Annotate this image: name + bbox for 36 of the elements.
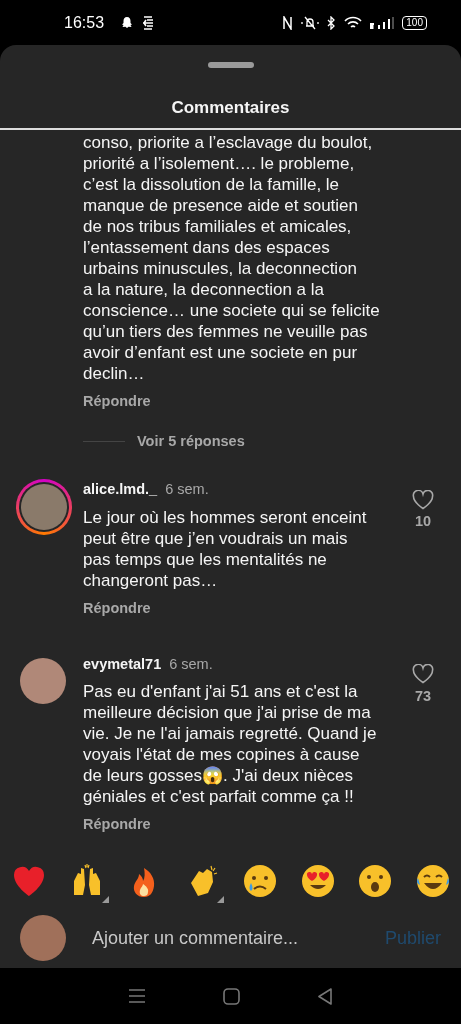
muted-bell-icon — [301, 15, 320, 30]
wifi-icon — [344, 15, 363, 30]
bluetooth-icon — [327, 15, 337, 30]
surprised-face-icon[interactable] — [357, 863, 394, 899]
reply-link[interactable]: Répondre — [83, 391, 151, 413]
home-icon[interactable] — [223, 987, 240, 1005]
comment-input-field[interactable]: Ajouter un commentaire... — [92, 924, 385, 952]
comment-text: conso, priorite a l’esclavage du boulot, priorité a l’isolement…. le probleme, c’est la dissolution de la famille, le manque de presence aide et soutien de nos tribus familiales et amicales, l’entassement dans des espaces urbains minuscules, la deconnection a la nature, la deconnection a la conscience… une societe qui se felicite qu’un tiers des femmes ne veuille pas avoir d’enfant est une societe en pur declin… — [83, 132, 381, 384]
reply-link[interactable]: Répondre — [83, 814, 151, 836]
back-icon[interactable] — [316, 987, 333, 1005]
comment-time: 6 sem. — [165, 479, 209, 499]
app-icon — [142, 15, 155, 30]
avatar[interactable] — [20, 657, 66, 704]
comment-text: Le jour où les hommes seront enceint peut être que j’en voudrais un mais pas temps que les mentalités ne changeront pas… — [83, 506, 368, 591]
heart-eyes-face-icon[interactable] — [299, 863, 336, 899]
comment-time: 6 sem. — [169, 654, 213, 674]
heart-icon[interactable] — [412, 664, 434, 685]
nfc-icon — [282, 15, 294, 30]
reply-link[interactable]: Répondre — [83, 597, 151, 620]
like-count: 10 — [413, 511, 433, 531]
heart-icon[interactable] — [412, 489, 434, 510]
crying-face-icon[interactable] — [241, 863, 278, 899]
signal-icon — [370, 15, 395, 30]
username[interactable]: evymetal71 — [83, 653, 162, 676]
like-count: 73 — [413, 686, 433, 706]
comment-text: Pas eu d'enfant j'ai 51 ans et c'est la meilleure décision que j'ai prise de ma vie. Je ne l'ai jamais regretté. Quand je voyais l'état de mes copines à cause de leurs gosses😱. J'ai deux nièces géniales et c'est parfait comme ça !! — [83, 681, 378, 808]
battery-indicator: 100 — [402, 15, 427, 30]
menu-icon[interactable] — [128, 988, 147, 1004]
status-time: 16:53 — [64, 12, 105, 33]
sheet-title: Commentaires — [170, 97, 291, 119]
user-avatar[interactable] — [20, 915, 66, 961]
view-replies-link[interactable]: Voir 5 réponses — [137, 431, 245, 453]
drag-handle[interactable] — [207, 62, 254, 68]
username[interactable]: alice.lmd._ — [83, 478, 158, 501]
ghost-icon — [120, 15, 135, 30]
laughing-face-icon[interactable] — [414, 863, 451, 899]
